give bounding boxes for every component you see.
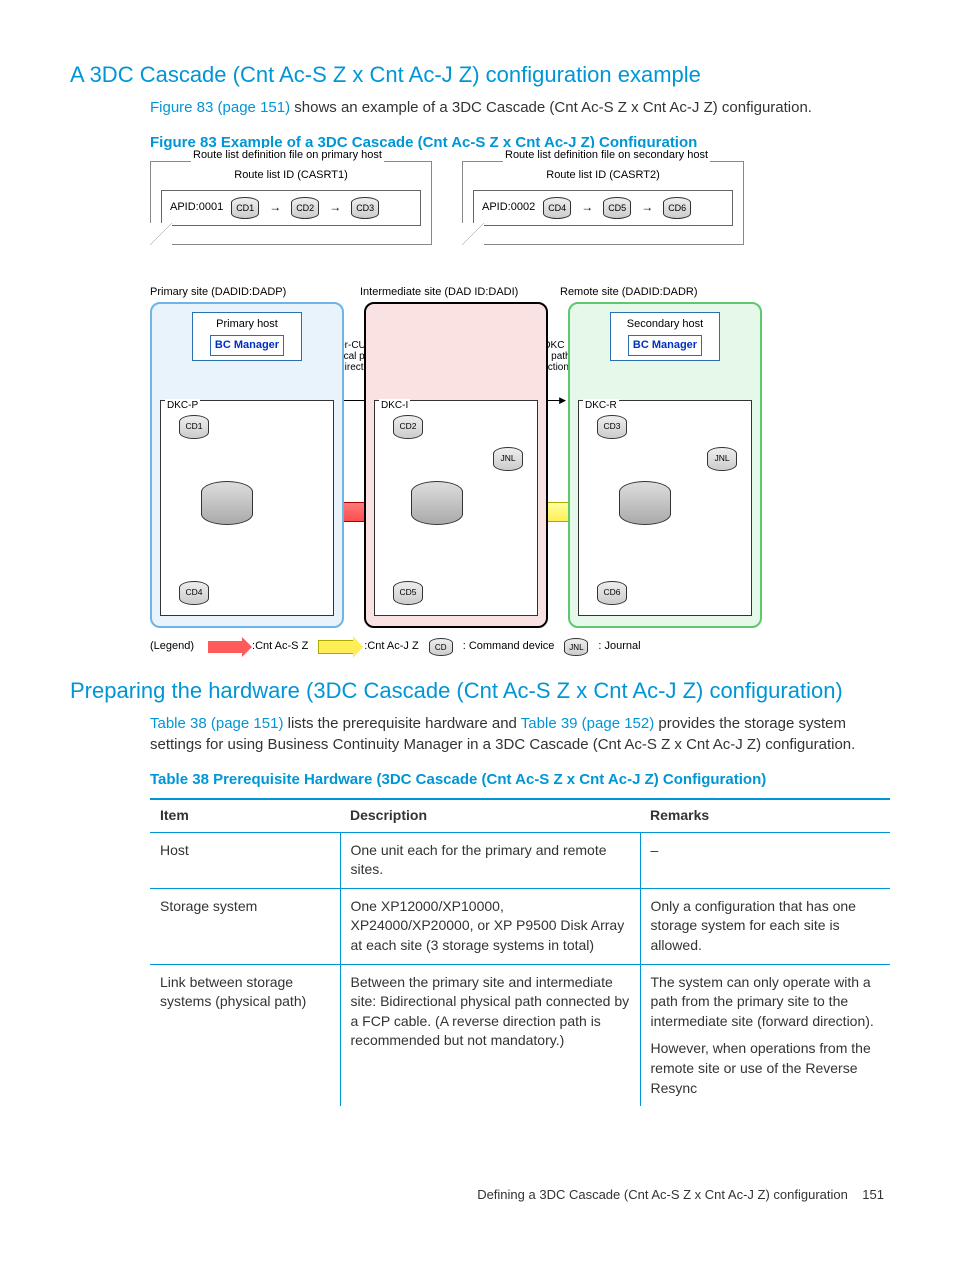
cell-desc: One XP12000/XP10000, XP24000/XP20000, or…	[340, 888, 640, 964]
arrow-icon	[267, 199, 283, 216]
remarks-p2: However, when operations from the remote…	[651, 1039, 881, 1098]
cd3-cyl-icon: CD3	[597, 415, 627, 439]
label-remote-site: Remote site (DADID:DADR)	[560, 285, 750, 300]
remote-site-box: Secondary host BC Manager DKC-R CD3 JNL …	[568, 302, 762, 628]
legend-jnl-icon: JNL	[564, 638, 588, 656]
apid-primary: APID:0001	[170, 200, 223, 215]
table-caption: Table 38 Prerequisite Hardware (3DC Casc…	[150, 769, 884, 790]
cd6-cyl-icon: CD6	[597, 581, 627, 605]
cd5-cyl-icon: CD5	[393, 581, 423, 605]
figure-83-diagram: Route list definition file on primary ho…	[150, 161, 770, 656]
intermediate-site-box: DKC-I CD2 JNL CD5	[364, 302, 548, 628]
heading-preparing-hardware: Preparing the hardware (3DC Cascade (Cnt…	[70, 676, 884, 707]
cd2-icon: CD2	[291, 197, 319, 219]
legend-row: (Legend) :Cnt Ac-S Z :Cnt Ac-J Z CD : Co…	[150, 638, 770, 656]
dkc-p-label: DKC-P	[165, 399, 200, 413]
cell-desc: Between the primary site and intermediat…	[340, 964, 640, 1106]
storage-cyl-icon	[619, 481, 671, 525]
intro-paragraph: Figure 83 (page 151) shows an example of…	[150, 97, 884, 118]
apid-secondary: APID:0002	[482, 200, 535, 215]
legend-cmd: : Command device	[463, 639, 555, 654]
cd4-cyl-icon: CD4	[179, 581, 209, 605]
dkc-i-box: DKC-I CD2 JNL CD5	[374, 400, 538, 616]
cd5-icon: CD5	[603, 197, 631, 219]
link-table-38[interactable]: Table 38 (page 151)	[150, 715, 283, 732]
table-row: Link between storage systems (physical p…	[150, 964, 890, 1106]
route-primary-box: Route list definition file on primary ho…	[150, 161, 432, 245]
arrow-icon	[327, 199, 343, 216]
legend-cnt-j: :Cnt Ac-J Z	[364, 639, 418, 654]
th-item: Item	[150, 799, 340, 832]
route-primary-title: Route list definition file on primary ho…	[191, 148, 384, 163]
legend-journal: : Journal	[598, 639, 640, 654]
dkc-i-label: DKC-I	[379, 399, 410, 413]
jnl-cyl-icon: JNL	[707, 447, 737, 471]
cell-item: Link between storage systems (physical p…	[150, 964, 340, 1106]
page-footer: Defining a 3DC Cascade (Cnt Ac-S Z x Cnt…	[70, 1186, 884, 1204]
storage-cyl-icon	[201, 481, 253, 525]
cell-desc: One unit each for the primary and remote…	[340, 832, 640, 888]
cd2-cyl-icon: CD2	[393, 415, 423, 439]
table-row: Storage system One XP12000/XP10000, XP24…	[150, 888, 890, 964]
hardware-paragraph: Table 38 (page 151) lists the prerequisi…	[150, 713, 884, 755]
secondary-host-box: Secondary host BC Manager	[610, 312, 720, 361]
legend-label: (Legend)	[150, 639, 194, 654]
th-remarks: Remarks	[640, 799, 890, 832]
arrow-icon	[579, 199, 595, 216]
route-secondary-title: Route list definition file on secondary …	[503, 148, 710, 163]
label-secondary-host: Secondary host	[615, 317, 715, 332]
primary-site-box: Primary host BC Manager DKC-P CD1 CD4	[150, 302, 344, 628]
cell-remarks: –	[640, 832, 890, 888]
legend-yellow-arrow-icon	[318, 640, 354, 654]
cd3-icon: CD3	[351, 197, 379, 219]
footer-text: Defining a 3DC Cascade (Cnt Ac-S Z x Cnt…	[477, 1187, 848, 1202]
heading-config-example: A 3DC Cascade (Cnt Ac-S Z x Cnt Ac-J Z) …	[70, 60, 884, 91]
bc-manager-label: BC Manager	[210, 335, 284, 356]
table-row: Host One unit each for the primary and r…	[150, 832, 890, 888]
cell-remarks: The system can only operate with a path …	[640, 964, 890, 1106]
remarks-p1: The system can only operate with a path …	[651, 973, 881, 1032]
route-primary-id: Route list ID (CASRT1)	[234, 168, 348, 183]
cd1-cyl-icon: CD1	[179, 415, 209, 439]
dkc-r-label: DKC-R	[583, 399, 619, 413]
th-description: Description	[340, 799, 640, 832]
legend-cd-icon: CD	[429, 638, 453, 656]
label-primary-host: Primary host	[197, 317, 297, 332]
jnl-cyl-icon: JNL	[493, 447, 523, 471]
table-header-row: Item Description Remarks	[150, 799, 890, 832]
legend-cnt-s: :Cnt Ac-S Z	[252, 639, 308, 654]
cd4-icon: CD4	[543, 197, 571, 219]
cell-item: Storage system	[150, 888, 340, 964]
label-intermediate-site: Intermediate site (DAD ID:DADI)	[360, 285, 540, 300]
p2-mid: lists the prerequisite hardware and	[283, 715, 520, 732]
link-table-39[interactable]: Table 39 (page 152)	[521, 715, 654, 732]
route-secondary-box: Route list definition file on secondary …	[462, 161, 744, 245]
primary-host-box: Primary host BC Manager	[192, 312, 302, 361]
route-secondary-id: Route list ID (CASRT2)	[546, 168, 660, 183]
cd1-icon: CD1	[231, 197, 259, 219]
cell-remarks: Only a configuration that has one storag…	[640, 888, 890, 964]
intro-text: shows an example of a 3DC Cascade (Cnt A…	[290, 99, 812, 116]
dkc-p-box: DKC-P CD1 CD4	[160, 400, 334, 616]
dkc-r-box: DKC-R CD3 JNL CD6	[578, 400, 752, 616]
label-primary-site: Primary site (DADID:DADP)	[150, 285, 340, 300]
legend-red-arrow-icon	[208, 641, 242, 653]
arrow-icon	[639, 199, 655, 216]
table-38: Item Description Remarks Host One unit e…	[150, 798, 890, 1106]
storage-cyl-icon	[411, 481, 463, 525]
link-figure-83[interactable]: Figure 83 (page 151)	[150, 99, 290, 116]
cell-item: Host	[150, 832, 340, 888]
bc-manager-label: BC Manager	[628, 335, 702, 356]
footer-page-number: 151	[862, 1187, 884, 1202]
cd6-icon: CD6	[663, 197, 691, 219]
